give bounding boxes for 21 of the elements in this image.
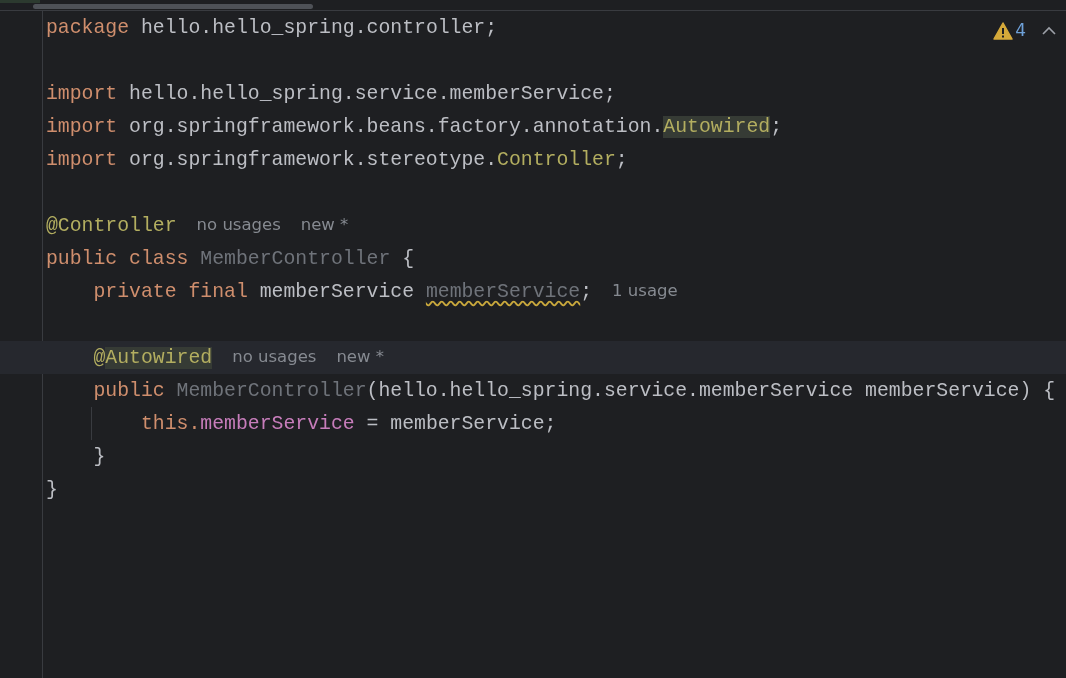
code-line: package hello.hello_spring.controller;: [46, 15, 498, 41]
chevron-up-icon[interactable]: [1042, 26, 1056, 36]
code-line: @Controller: [46, 213, 177, 239]
code-line: public MemberController(hello.hello_spring.service.memberService memberService) {: [92, 378, 1055, 404]
code-line: }: [46, 477, 58, 503]
code-line: import org.springframework.stereotype.Controller;: [46, 147, 628, 173]
warning-count[interactable]: 4: [1015, 18, 1026, 44]
inlay-hint[interactable]: 1 usage: [612, 279, 678, 304]
inlay-hint[interactable]: no usages: [232, 345, 317, 370]
code-line: public class MemberController {: [46, 246, 414, 272]
inlay-hint[interactable]: new *: [300, 213, 349, 238]
code-line: import hello.hello_spring.service.memberService;: [46, 81, 616, 107]
code-line: import org.springframework.beans.factory.annotation.Autowired;: [46, 114, 782, 140]
code-line: private final memberService memberService;: [92, 279, 593, 305]
inlay-hint[interactable]: new *: [336, 345, 384, 370]
code-line: this.memberService = memberService;: [139, 411, 557, 437]
horizontal-scrollbar[interactable]: [33, 4, 313, 9]
code-line: }: [92, 444, 106, 470]
code-line: @Autowired: [92, 345, 213, 371]
inlay-hint[interactable]: no usages: [196, 213, 281, 238]
warning-icon[interactable]: [993, 21, 1014, 40]
